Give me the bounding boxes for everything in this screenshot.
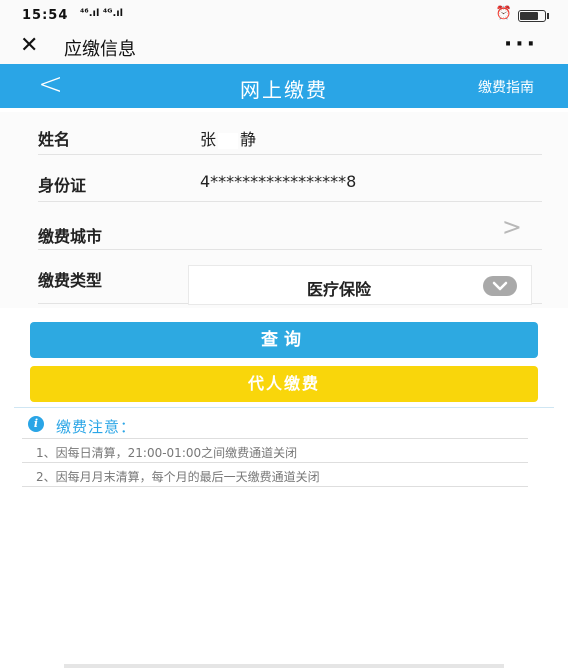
battery-icon — [518, 10, 549, 22]
signal-icon: ⁴⁶.ıl ⁴ᴳ.ıl — [80, 8, 124, 19]
id-label: 身份证 — [38, 176, 87, 195]
name-first: 张 — [200, 130, 217, 149]
payment-notice: i 缴费注意： 1、因每日清算，21:00-01:00之间缴费通道关闭 2、因每… — [22, 414, 528, 487]
status-time: 15:54 — [22, 8, 69, 23]
close-icon[interactable]: ✕ — [20, 33, 38, 58]
chevron-down-icon[interactable] — [483, 276, 517, 296]
app-header: < 网上缴费 缴费指南 — [0, 64, 568, 108]
name-label: 姓名 — [38, 130, 71, 149]
payment-type-value: 医疗保险 — [306, 280, 371, 299]
more-icon[interactable]: ··· — [504, 32, 538, 57]
notice-item-2: 2、因每月月末清算，每个月的最后一天缴费通道关闭 — [36, 470, 320, 484]
city-label: 缴费城市 — [38, 227, 103, 246]
payment-guide-link[interactable]: 缴费指南 — [478, 77, 534, 97]
chevron-right-icon[interactable]: > — [502, 213, 522, 241]
city-row[interactable]: 缴费城市 > — [38, 201, 542, 250]
notice-title: 缴费注意： — [56, 418, 137, 436]
list-item: 2、因每月月末清算，每个月的最后一天缴费通道关闭 — [22, 463, 528, 487]
type-row: 缴费类型 医疗保险 — [38, 249, 542, 305]
list-item: 1、因每日清算，21:00-01:00之间缴费通道关闭 — [22, 439, 528, 463]
alarm-icon: ⏰ — [495, 6, 512, 21]
info-icon: i — [28, 416, 44, 432]
query-button[interactable]: 查询 — [30, 322, 538, 358]
divider — [14, 407, 554, 408]
proxy-payment-button[interactable]: 代人缴费 — [30, 366, 538, 402]
payment-type-select[interactable]: 医疗保险 — [188, 265, 532, 305]
name-row: 姓名 张静 — [38, 112, 542, 155]
status-bar: 15:54 ⁴⁶.ıl ⁴ᴳ.ıl ⏰ — [0, 0, 568, 30]
name-mask — [218, 132, 239, 149]
webview-titlebar: ✕ 应缴信息 ··· — [0, 30, 568, 64]
name-value: 张静 — [200, 126, 256, 150]
home-indicator — [64, 664, 504, 668]
id-value: 4*****************8 — [200, 172, 357, 191]
notice-header: i 缴费注意： — [22, 414, 528, 439]
id-row: 身份证 4*****************8 — [38, 154, 542, 202]
type-label: 缴费类型 — [38, 271, 103, 290]
name-last: 静 — [240, 130, 257, 149]
webview-title: 应缴信息 — [64, 39, 136, 60]
notice-item-1: 1、因每日清算，21:00-01:00之间缴费通道关闭 — [36, 446, 298, 460]
payment-form: 姓名 张静 身份证 4*****************8 缴费城市 > 缴费类… — [0, 112, 568, 308]
